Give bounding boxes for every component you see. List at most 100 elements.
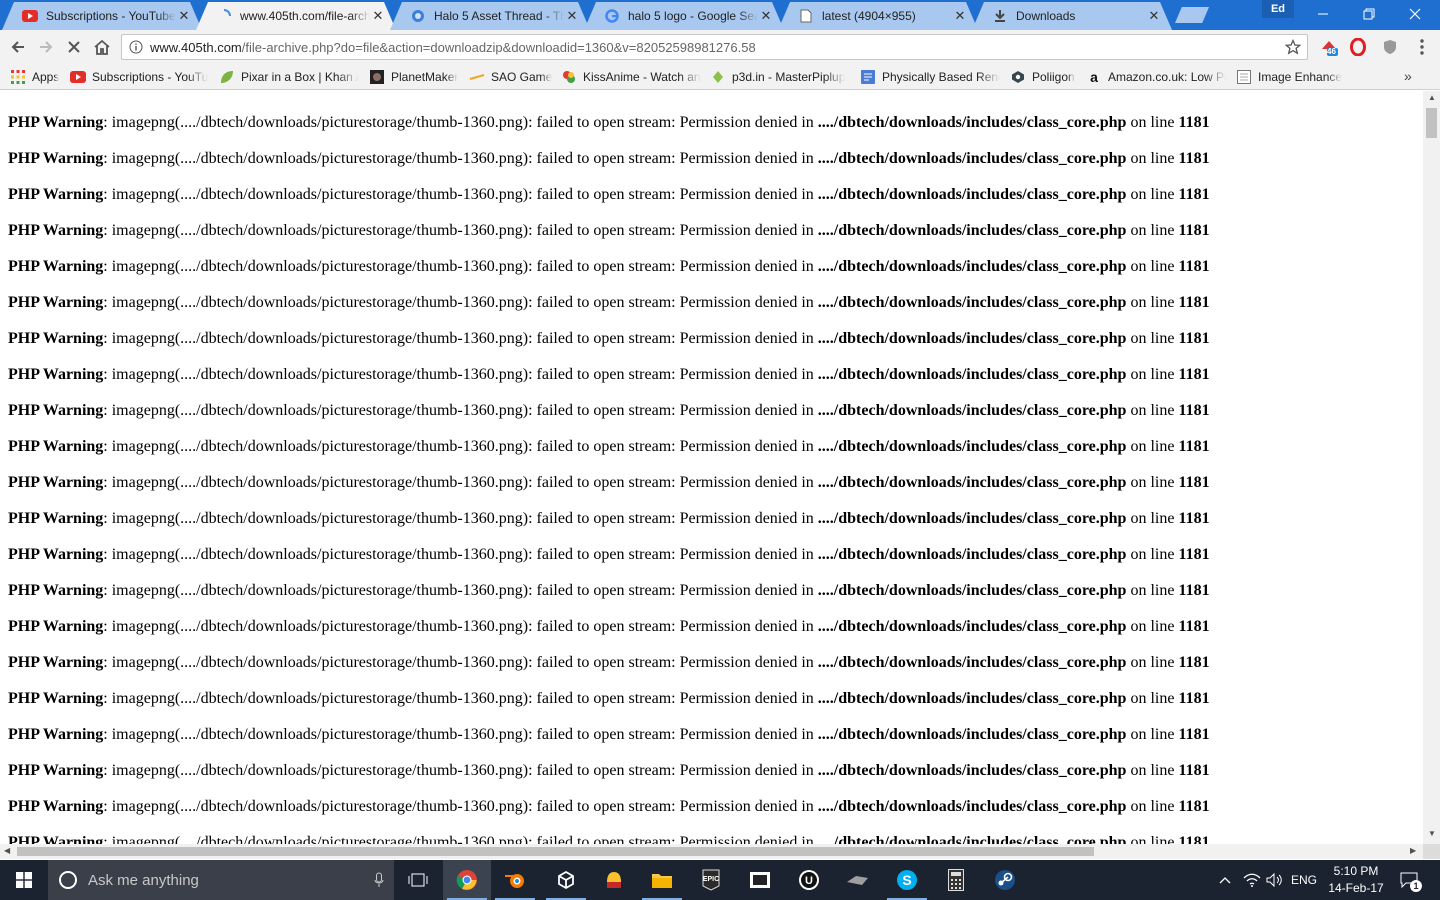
close-icon[interactable]: ✕ [952, 8, 968, 24]
volume-icon[interactable] [1264, 860, 1286, 900]
bookmark-p3d[interactable]: p3d.in - MasterPiplup [710, 67, 850, 87]
task-view-icon[interactable] [394, 860, 442, 900]
profile-button[interactable]: Ed [1262, 0, 1294, 18]
extension-badge: 46 [1327, 47, 1336, 56]
warning-line-number: 1181 [1178, 474, 1210, 491]
chevron-up-icon[interactable] [1214, 860, 1236, 900]
warning-file: ..../dbtech/downloads/includes/class_cor… [817, 510, 1127, 527]
windows-start-icon[interactable] [0, 860, 48, 900]
stop-button[interactable] [61, 34, 87, 60]
warning-label: PHP Warning [8, 330, 104, 347]
bookmark-apps[interactable]: Apps [10, 67, 59, 87]
microphone-icon[interactable] [364, 872, 394, 888]
clock-date: 14-Feb-17 [1328, 881, 1384, 895]
bookmark-sao-game[interactable]: SAO Game [469, 67, 552, 87]
bookmark-kissanime[interactable]: KissAnime - Watch anime [561, 67, 701, 87]
back-button[interactable] [5, 34, 31, 60]
php-warning-list: PHP Warning: imagepng(..../dbtech/downlo… [8, 113, 1210, 844]
warning-line-number: 1181 [1178, 726, 1210, 743]
vertical-scroll-thumb[interactable] [1426, 108, 1437, 138]
sword-icon [469, 69, 485, 85]
close-icon[interactable]: ✕ [1146, 8, 1162, 24]
close-icon[interactable]: ✕ [758, 8, 774, 24]
taskbar-film-icon[interactable] [736, 860, 784, 900]
warning-message: : imagepng(..../dbtech/downloads/picture… [103, 834, 818, 844]
language-indicator[interactable]: ENG [1288, 860, 1320, 900]
warning-label: PHP Warning [8, 762, 104, 779]
taskbar-tool-icon[interactable] [834, 860, 882, 900]
warning-line-number: 1181 [1178, 654, 1210, 671]
clock[interactable]: 5:10 PM 14-Feb-17 [1326, 863, 1386, 897]
scroll-up-arrow-icon[interactable]: ▲ [1428, 93, 1436, 102]
bookmark-planetmaker[interactable]: PlanetMaker [369, 67, 458, 87]
warning-file: ..../dbtech/downloads/includes/class_cor… [817, 726, 1127, 743]
taskbar-chrome-icon[interactable] [443, 860, 491, 900]
cortana-search-box[interactable]: Ask me anything [48, 860, 394, 900]
bookmark-pixar[interactable]: Pixar in a Box | Khan Academy [219, 67, 359, 87]
vertical-scrollbar[interactable]: ▲ ▼ [1423, 91, 1440, 844]
loading-icon [216, 8, 232, 24]
warning-file: ..../dbtech/downloads/includes/class_cor… [817, 762, 1127, 779]
taskbar-skype-icon[interactable]: S [883, 860, 931, 900]
warning-file: ..../dbtech/downloads/includes/class_cor… [817, 402, 1127, 419]
star-icon[interactable] [1279, 35, 1307, 59]
action-center-icon[interactable]: 1 [1394, 860, 1424, 900]
taskbar-app-icon[interactable] [590, 860, 638, 900]
chevron-double-right-icon[interactable]: » [1404, 68, 1412, 84]
tab-strip: Subscriptions - YouTube ✕ www.405th.com/… [0, 0, 1440, 30]
bookmark-youtube[interactable]: Subscriptions - YouTube [70, 67, 208, 87]
shield-icon[interactable] [1379, 37, 1401, 57]
new-tab-button[interactable] [1175, 7, 1209, 23]
notification-badge: 1 [1410, 880, 1422, 892]
bookmark-poliigon[interactable]: Poliigon [1010, 67, 1075, 87]
address-bar[interactable]: www.405th.com/file-archive.php?do=file&a… [121, 34, 1308, 60]
close-icon[interactable]: ✕ [564, 8, 580, 24]
extension-button[interactable]: 46 [1318, 37, 1340, 57]
taskbar-epic-games-icon[interactable]: EPIC [687, 860, 735, 900]
bookmark-pbr[interactable]: Physically Based Rendering [860, 67, 1000, 87]
minimize-button[interactable] [1300, 0, 1346, 28]
tab-title: Halo 5 Asset Thread - The 405th [434, 9, 564, 23]
bookmark-image-enhance[interactable]: Image Enhance [1236, 67, 1342, 87]
info-icon[interactable] [122, 35, 150, 59]
horizontal-scroll-thumb[interactable] [17, 847, 1094, 856]
clock-time: 5:10 PM [1333, 864, 1379, 878]
close-icon[interactable]: ✕ [176, 8, 192, 24]
taskbar-unity-icon[interactable] [542, 860, 590, 900]
horizontal-scrollbar[interactable]: ◀ ▶ [0, 844, 1423, 859]
taskbar-calculator-icon[interactable] [932, 860, 980, 900]
youtube-icon [70, 69, 86, 85]
url-host: www.405th.com [150, 39, 242, 55]
scroll-right-arrow-icon[interactable]: ▶ [1410, 846, 1416, 855]
maximize-button[interactable] [1346, 0, 1392, 28]
warning-message: : imagepng(..../dbtech/downloads/picture… [103, 762, 818, 779]
warning-message: : imagepng(..../dbtech/downloads/picture… [103, 546, 818, 563]
tab-youtube[interactable]: Subscriptions - YouTube ✕ [2, 2, 202, 30]
svg-text:EPIC: EPIC [703, 876, 719, 883]
opera-icon[interactable] [1347, 37, 1369, 57]
scroll-down-arrow-icon[interactable]: ▼ [1428, 829, 1436, 838]
php-warning-line: PHP Warning: imagepng(..../dbtech/downlo… [8, 617, 1210, 637]
menu-icon[interactable] [1411, 37, 1433, 57]
taskbar-unreal-icon[interactable]: U [785, 860, 833, 900]
tab-downloads[interactable]: Downloads ✕ [972, 2, 1172, 30]
home-button[interactable] [89, 34, 115, 60]
forward-button[interactable] [33, 34, 59, 60]
close-icon[interactable]: ✕ [370, 8, 386, 24]
close-window-button[interactable] [1392, 0, 1438, 28]
wifi-icon[interactable] [1240, 860, 1264, 900]
tab-405th-file-archive[interactable]: www.405th.com/file-archive.php ✕ [196, 2, 396, 30]
php-warning-line: PHP Warning: imagepng(..../dbtech/downlo… [8, 725, 1210, 745]
warning-file: ..../dbtech/downloads/includes/class_cor… [817, 222, 1127, 239]
tab-latest-image[interactable]: latest (4904×955) ✕ [778, 2, 978, 30]
bookmark-amazon[interactable]: a Amazon.co.uk: Low Prices [1086, 67, 1226, 87]
tab-halo5-asset-thread[interactable]: Halo 5 Asset Thread - The 405th ✕ [390, 2, 590, 30]
search-placeholder: Ask me anything [88, 871, 199, 889]
taskbar-steam-icon[interactable] [981, 860, 1029, 900]
url-text[interactable]: www.405th.com/file-archive.php?do=file&a… [150, 40, 1279, 55]
scrollbar-corner [1423, 844, 1440, 859]
tab-google-search[interactable]: halo 5 logo - Google Search ✕ [584, 2, 784, 30]
taskbar-file-explorer-icon[interactable] [638, 860, 686, 900]
scroll-left-arrow-icon[interactable]: ◀ [4, 846, 10, 855]
taskbar-blender-icon[interactable] [491, 860, 539, 900]
